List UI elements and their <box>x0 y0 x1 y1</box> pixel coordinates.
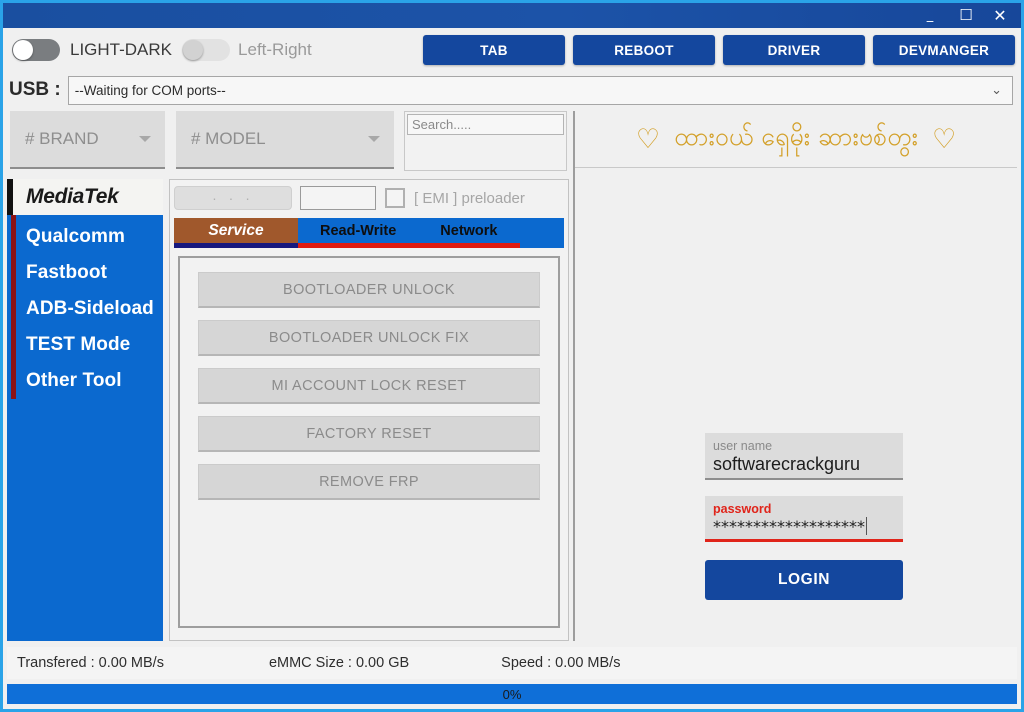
title-bar: _ ☐ ✕ <box>3 3 1021 28</box>
banner-text: ထားဝယ် ရှေမိုး ဆားဗစ်တွး <box>674 121 918 151</box>
toggle-knob <box>13 40 33 60</box>
text-cursor <box>866 517 867 535</box>
left-right-label: Left-Right <box>238 40 312 59</box>
emi-preloader-checkbox[interactable] <box>385 188 405 208</box>
login-button[interactable]: LOGIN <box>705 560 903 600</box>
sidebar-item-test-mode[interactable]: TEST Mode <box>7 327 163 363</box>
service-actions-group: BOOTLOADER UNLOCK BOOTLOADER UNLOCK FIX … <box>178 256 560 628</box>
toolbar-buttons: TAB REBOOT DRIVER DEVMANGER <box>423 35 1021 65</box>
emi-row: · · · [ EMI ] preloader <box>170 180 568 212</box>
brand-select[interactable]: # BRAND <box>10 111 165 169</box>
mi-account-lock-reset-button[interactable]: MI ACCOUNT LOCK RESET <box>198 368 540 404</box>
chevron-down-icon <box>368 136 380 142</box>
light-dark-toggle[interactable] <box>12 39 60 61</box>
tab-button[interactable]: TAB <box>423 35 565 65</box>
toggle-knob <box>183 40 204 60</box>
devmanger-button[interactable]: DEVMANGER <box>873 35 1015 65</box>
sidebar-item-label: TEST Mode <box>26 334 131 355</box>
password-label: password <box>713 502 772 516</box>
password-value: ******************* <box>713 517 865 536</box>
browse-button[interactable]: · · · <box>174 186 292 210</box>
bootloader-unlock-fix-button[interactable]: BOOTLOADER UNLOCK FIX <box>198 320 540 356</box>
search-panel <box>404 111 567 171</box>
brand-select-value: # BRAND <box>25 129 99 148</box>
sidebar-item-label: Fastboot <box>26 262 108 283</box>
tab-network[interactable]: Network <box>418 218 520 248</box>
emi-input[interactable] <box>300 186 376 210</box>
remove-frp-button[interactable]: REMOVE FRP <box>198 464 540 500</box>
username-field[interactable]: user name softwarecrackguru <box>705 433 903 480</box>
sidebar-item-adb-sideload[interactable]: ADB-Sideload <box>7 291 163 327</box>
status-bar: Transfered : 0.00 MB/s eMMC Size : 0.00 … <box>7 647 1017 679</box>
sidebar-item-qualcomm[interactable]: Qualcomm <box>7 219 163 255</box>
minimize-icon[interactable]: _ <box>921 9 939 22</box>
tab-read-write[interactable]: Read-Write <box>298 218 419 248</box>
speed-status: Speed : 0.00 MB/s <box>501 655 621 671</box>
search-input[interactable] <box>407 114 564 135</box>
right-panel: ♡ ထားဝယ် ရှေမိုး ဆားဗစ်တွး ♡ user name s… <box>573 111 1017 641</box>
sidebar-item-label: MediaTek <box>26 185 119 208</box>
progress-bar: 0% <box>7 684 1017 704</box>
heart-icon: ♡ <box>635 123 661 154</box>
maximize-icon[interactable]: ☐ <box>957 8 975 23</box>
driver-button[interactable]: DRIVER <box>723 35 865 65</box>
header-toolbar: LIGHT-DARK Left-Right TAB REBOOT DRIVER … <box>3 28 1021 72</box>
service-panel: · · · [ EMI ] preloader Service Read-Wri… <box>169 179 569 641</box>
emi-preloader-label: [ EMI ] preloader <box>414 189 525 207</box>
emmc-size-status: eMMC Size : 0.00 GB <box>268 655 410 671</box>
left-right-toggle[interactable] <box>182 39 231 61</box>
light-dark-label: LIGHT-DARK <box>70 40 173 59</box>
close-icon[interactable]: ✕ <box>991 7 1009 24</box>
sidebar-item-mediatek[interactable]: MediaTek <box>7 179 163 215</box>
sidebar-item-label: ADB-Sideload <box>26 298 154 319</box>
sidebar-item-label: Qualcomm <box>26 226 125 247</box>
heart-icon: ♡ <box>931 123 957 154</box>
progress-percent: 0% <box>502 686 522 702</box>
usb-port-select[interactable]: --Waiting for COM ports-- ⌄ <box>67 75 1013 105</box>
password-value-wrap: ******************* <box>713 517 895 536</box>
panel-tabs: Service Read-Write Network <box>174 218 564 248</box>
login-form: user name softwarecrackguru password ***… <box>705 433 903 600</box>
chevron-down-icon: ⌄ <box>991 82 1002 97</box>
chevron-down-icon <box>139 136 151 142</box>
transferred-status: Transfered : 0.00 MB/s <box>17 655 164 671</box>
platform-sidebar: MediaTek Qualcomm Fastboot ADB-Sideload … <box>7 179 163 641</box>
sidebar-item-label: Other Tool <box>26 370 122 391</box>
reboot-button[interactable]: REBOOT <box>573 35 715 65</box>
banner: ♡ ထားဝယ် ရှေမိုး ဆားဗစ်တွး ♡ <box>575 111 1017 168</box>
sidebar-item-fastboot[interactable]: Fastboot <box>7 255 163 291</box>
bootloader-unlock-button[interactable]: BOOTLOADER UNLOCK <box>198 272 540 308</box>
application-window: _ ☐ ✕ LIGHT-DARK Left-Right TAB REBOOT D… <box>0 0 1024 712</box>
password-field[interactable]: password ******************* <box>705 496 903 542</box>
tab-service[interactable]: Service <box>174 218 298 248</box>
usb-row: USB : --Waiting for COM ports-- ⌄ <box>3 72 1021 108</box>
username-label: user name <box>713 439 773 453</box>
username-value: softwarecrackguru <box>713 454 861 474</box>
sidebar-list: Qualcomm Fastboot ADB-Sideload TEST Mode… <box>7 215 163 399</box>
usb-port-value: --Waiting for COM ports-- <box>74 82 226 98</box>
usb-label: USB : <box>9 79 61 100</box>
factory-reset-button[interactable]: FACTORY RESET <box>198 416 540 452</box>
model-select[interactable]: # MODEL <box>176 111 394 169</box>
model-select-value: # MODEL <box>191 129 266 148</box>
sidebar-item-other-tool[interactable]: Other Tool <box>7 363 163 399</box>
